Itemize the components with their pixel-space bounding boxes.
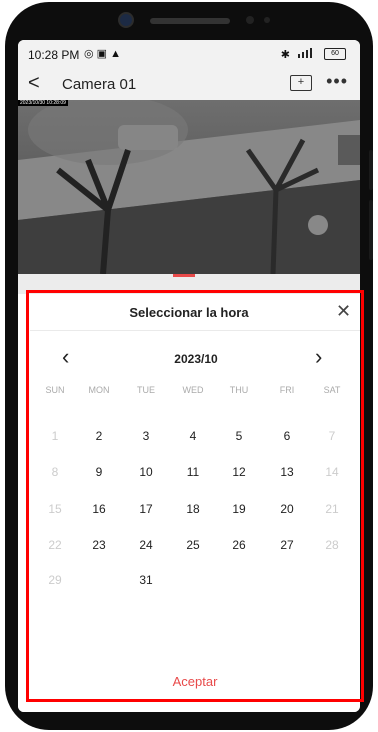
- weekday-fri: FRI: [279, 385, 295, 395]
- weekday-sat: SAT: [323, 385, 341, 395]
- calendar-day-19[interactable]: 19: [224, 494, 254, 524]
- status-right: ✱ 60: [281, 47, 346, 61]
- front-camera: [118, 12, 134, 28]
- calendar-day-17[interactable]: 17: [131, 494, 161, 524]
- calendar-day-21: 21: [325, 502, 339, 516]
- calendar-day-12[interactable]: 12: [224, 457, 254, 487]
- calendar-day-31[interactable]: 31: [131, 565, 161, 595]
- calendar-day-26[interactable]: 26: [224, 530, 254, 560]
- playback-toolbar: [18, 274, 360, 294]
- earpiece-speaker: [150, 18, 230, 24]
- calendar-day-8: 8: [51, 465, 59, 479]
- calendar-day-14: 14: [325, 465, 339, 479]
- close-icon[interactable]: ✕: [336, 301, 351, 322]
- weekday-mon: MON: [88, 385, 110, 395]
- more-icon[interactable]: •••: [326, 71, 348, 92]
- calendar-day-1: 1: [51, 429, 59, 443]
- volume-button: [369, 150, 373, 190]
- add-camera-icon[interactable]: +: [290, 75, 312, 91]
- date-picker-title: Seleccionar la hora: [129, 305, 249, 320]
- calendar-day-16[interactable]: 16: [84, 494, 114, 524]
- calendar-day-6[interactable]: 6: [272, 421, 302, 451]
- calendar-day-4[interactable]: 4: [178, 421, 208, 451]
- video-timestamp: 2023/10/30 10:28:09: [18, 100, 68, 106]
- signal-icon: [296, 47, 318, 61]
- status-time: 10:28 PM: [28, 48, 80, 62]
- calendar-day-10[interactable]: 10: [131, 457, 161, 487]
- calendar-day-15: 15: [48, 502, 62, 516]
- calendar-day-22: 22: [48, 538, 62, 552]
- calendar-day-29: 29: [48, 573, 62, 587]
- calendar-day-23[interactable]: 23: [84, 530, 114, 560]
- calendar-day-3[interactable]: 3: [131, 421, 161, 451]
- calendar-day-11[interactable]: 11: [178, 457, 208, 487]
- weekday-thu: THU: [229, 385, 249, 395]
- weekday-tue: TUE: [137, 385, 155, 395]
- back-icon[interactable]: <: [28, 72, 40, 95]
- calendar-day-28: 28: [325, 538, 339, 552]
- battery-icon: 60: [324, 48, 346, 60]
- power-button: [369, 200, 373, 260]
- chevron-right-icon[interactable]: ›: [315, 344, 322, 370]
- divider: [30, 330, 360, 331]
- weekday-sun: SUN: [45, 385, 65, 395]
- calendar-day-5[interactable]: 5: [224, 421, 254, 451]
- calendar-day-30[interactable]: 30: [84, 565, 114, 595]
- light-sensor: [264, 17, 270, 23]
- calendar-day-25[interactable]: 25: [178, 530, 208, 560]
- calendar-day-9[interactable]: 9: [84, 457, 114, 487]
- camera-live-view[interactable]: 2023/10/30 10:28:09: [18, 100, 360, 274]
- top-nav: < Camera 01 + •••: [18, 68, 360, 100]
- notification-icons: ◎ ▣ ▲: [84, 48, 121, 60]
- calendar-day-13[interactable]: 13: [272, 457, 302, 487]
- calendar-day-20[interactable]: 20: [272, 494, 302, 524]
- calendar-day-18[interactable]: 18: [178, 494, 208, 524]
- active-tab-indicator: [173, 274, 195, 277]
- accept-button[interactable]: Aceptar: [0, 674, 378, 689]
- calendar-day-27[interactable]: 27: [272, 530, 302, 560]
- calendar-day-7: 7: [328, 429, 336, 443]
- page-title: Camera 01: [62, 76, 137, 93]
- calendar-day-24[interactable]: 24: [131, 530, 161, 560]
- app-screen: 10:28 PM ◎ ▣ ▲ ✱ 60 < Camera 01 + ••• 20…: [18, 40, 360, 712]
- weekday-wed: WED: [182, 385, 204, 395]
- status-bar: 10:28 PM ◎ ▣ ▲ ✱ 60: [18, 40, 360, 68]
- proximity-sensor: [246, 16, 254, 24]
- night-scene-image: [18, 100, 360, 274]
- bluetooth-icon: ✱: [280, 48, 290, 61]
- calendar-day-2[interactable]: 2: [84, 421, 114, 451]
